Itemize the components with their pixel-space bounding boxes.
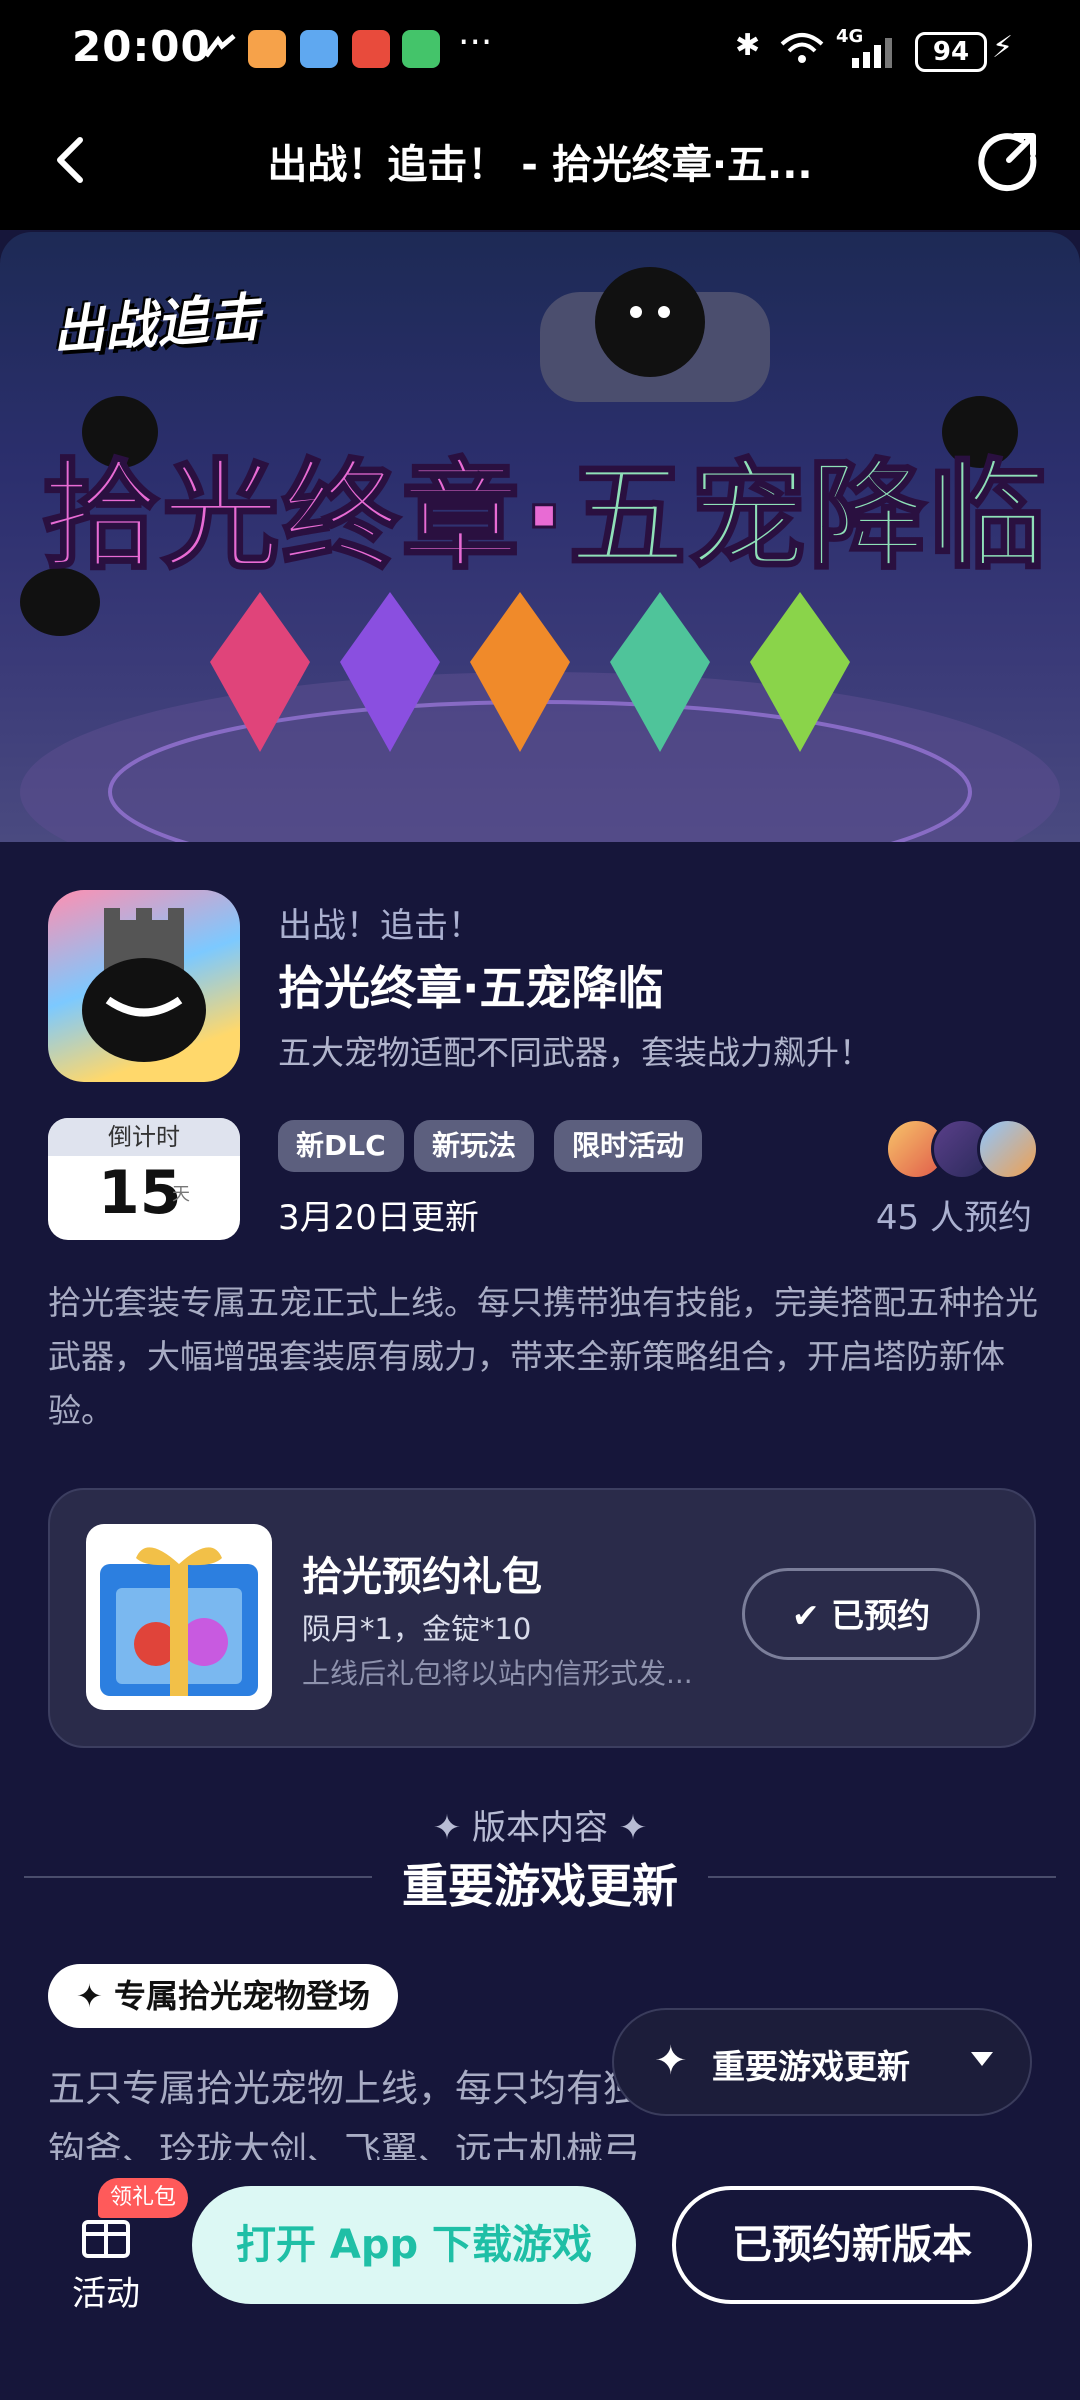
gift-note: 上线后礼包将以站内信形式发... [302, 1657, 693, 1690]
reserver-avatars [885, 1118, 1039, 1180]
sparkle-icon: ✦ [76, 1977, 114, 2015]
feature-pill: ✦ 专属拾光宠物登场 [48, 1964, 398, 2028]
gift-box-image [86, 1524, 272, 1710]
open-app-download-button[interactable]: 打开 App 下载游戏 [192, 2186, 636, 2304]
charging-icon: ⚡ [992, 30, 1014, 65]
back-arrow-icon[interactable] [50, 130, 90, 190]
section-title: 重要游戏更新 [402, 1859, 678, 1913]
avatar [977, 1118, 1039, 1180]
dlc-description: 拾光套装专属五宠正式上线。每只携带独有技能，完美搭配五种拾光武器，大幅增强套装原… [48, 1283, 1038, 1430]
more-notifications-icon: ··· [458, 22, 493, 63]
notification-shield-icon [402, 30, 440, 68]
countdown-value: 15 [98, 1158, 182, 1228]
banner-title-part1: 拾光终章· [40, 446, 569, 587]
tag-limited-event: 限时活动 [554, 1120, 703, 1172]
share-icon[interactable] [975, 128, 1041, 194]
countdown-label: 倒计时 [48, 1118, 240, 1156]
gift-items: 陨月*1，金锭*10 [302, 1612, 532, 1646]
gift-reserved-button[interactable]: ✔ 已预约 [742, 1568, 980, 1660]
bluetooth-icon: ✱ [735, 28, 761, 63]
wifi-icon [778, 30, 826, 70]
section-subtitle: ✦ 版本内容 ✦ [432, 1808, 648, 1848]
status-time: 20:00 [72, 22, 211, 71]
tag-new-dlc: 新DLC [278, 1120, 404, 1172]
dlc-title: 拾光终章·五宠降临 [278, 961, 664, 1015]
check-icon: ✔ [791, 1596, 832, 1635]
sparkle-icon: ✦ [654, 2038, 688, 2084]
signal-icon [850, 34, 902, 74]
notification-weather-icon [300, 30, 338, 68]
app-notification-icon [200, 30, 238, 68]
reserve-count: 45 人预约 [875, 1198, 1032, 1238]
dropdown-label: 重要游戏更新 [712, 2047, 910, 2086]
banner-title-part2: 五宠降临 [567, 446, 1049, 587]
activity-label[interactable]: 活动 [72, 2266, 140, 2315]
tag-new-gameplay: 新玩法 [414, 1120, 535, 1172]
countdown-badge: 倒计时 15 天 [48, 1118, 240, 1240]
chevron-down-icon [969, 2050, 995, 2074]
app-icon [48, 890, 240, 1082]
update-date: 3月20日更新 [278, 1198, 479, 1238]
activity-badge: 领礼包 [98, 2178, 189, 2218]
feature-pill-label: 专属拾光宠物登场 [113, 1977, 370, 2015]
game-name[interactable]: 出战！追击！ [278, 898, 482, 947]
section-dropdown[interactable]: ✦ 重要游戏更新 [612, 2008, 1032, 2116]
battery-indicator: 94 [915, 32, 987, 72]
notification-heart-icon [248, 30, 286, 68]
dlc-subtitle: 五大宠物适配不同武器，套装战力飙升！ [278, 1033, 872, 1072]
countdown-unit: 天 [172, 1184, 190, 1205]
gift-reserved-label: 已预约 [831, 1596, 931, 1635]
game-logo: 出战追击 [50, 287, 263, 363]
page-title: 出战！追击！ - 拾光终章·五... [267, 142, 813, 188]
notification-v-icon [352, 30, 390, 68]
gift-title: 拾光预约礼包 [302, 1554, 542, 1600]
banner-title: 拾光终章·五宠降临 [40, 420, 1050, 591]
reserved-new-version-button[interactable]: 已预约新版本 [672, 2186, 1032, 2304]
